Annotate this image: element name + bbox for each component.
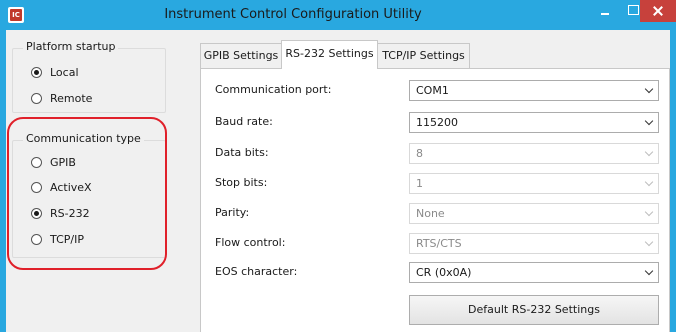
chevron-down-icon: [644, 84, 654, 94]
title-bar: Instrument Control Configuration Utility: [0, 0, 676, 30]
data-bits-select: 8: [409, 143, 659, 164]
radio-remote-label: Remote: [50, 91, 93, 105]
flow-control-label: Flow control:: [215, 236, 286, 249]
eos-character-select[interactable]: CR (0x0A): [409, 262, 659, 283]
radio-local[interactable]: Local: [31, 64, 79, 80]
minimize-button[interactable]: [592, 0, 618, 22]
stop-bits-label: Stop bits:: [215, 176, 268, 189]
radio-unselected-icon: [31, 92, 42, 104]
flow-control-select: RTS/CTS: [409, 233, 659, 254]
baud-rate-value: 115200: [416, 116, 458, 129]
communication-port-label: Communication port:: [215, 83, 332, 96]
eos-character-label: EOS character:: [215, 265, 298, 278]
flow-control-value: RTS/CTS: [416, 237, 462, 250]
platform-startup-title: Platform startup: [23, 40, 119, 53]
chevron-down-icon: [644, 116, 654, 126]
parity-select: None: [409, 203, 659, 224]
highlight-annotation: [7, 117, 167, 270]
rs232-settings-panel: Communication port: COM1 Baud rate: 1152…: [200, 68, 670, 332]
communication-port-select[interactable]: COM1: [409, 80, 659, 101]
data-bits-value: 8: [416, 147, 423, 160]
radio-local-label: Local: [50, 65, 79, 79]
tab-tcpip-settings[interactable]: TCP/IP Settings: [377, 43, 470, 68]
parity-label: Parity:: [215, 206, 250, 219]
baud-rate-label: Baud rate:: [215, 115, 273, 128]
radio-selected-icon: [31, 66, 42, 78]
data-bits-label: Data bits:: [215, 146, 269, 159]
stop-bits-value: 1: [416, 177, 423, 190]
tab-rs232-settings[interactable]: RS-232 Settings: [281, 40, 378, 69]
chevron-down-icon: [644, 177, 654, 187]
radio-remote[interactable]: Remote: [31, 90, 92, 106]
communication-port-value: COM1: [416, 84, 449, 97]
app-logo-icon: [8, 7, 24, 23]
default-rs232-settings-button[interactable]: Default RS-232 Settings: [409, 295, 659, 325]
chevron-down-icon: [644, 207, 654, 217]
baud-rate-select[interactable]: 115200: [409, 112, 659, 133]
window-title: Instrument Control Configuration Utility: [164, 7, 422, 22]
tab-gpib-settings[interactable]: GPIB Settings: [200, 43, 282, 68]
close-button[interactable]: [640, 0, 676, 22]
parity-value: None: [416, 207, 445, 220]
eos-character-value: CR (0x0A): [416, 266, 472, 279]
chevron-down-icon: [644, 266, 654, 276]
stop-bits-select: 1: [409, 173, 659, 194]
chevron-down-icon: [644, 147, 654, 157]
platform-startup-group: Platform startup Local Remote: [12, 40, 166, 113]
chevron-down-icon: [644, 237, 654, 247]
